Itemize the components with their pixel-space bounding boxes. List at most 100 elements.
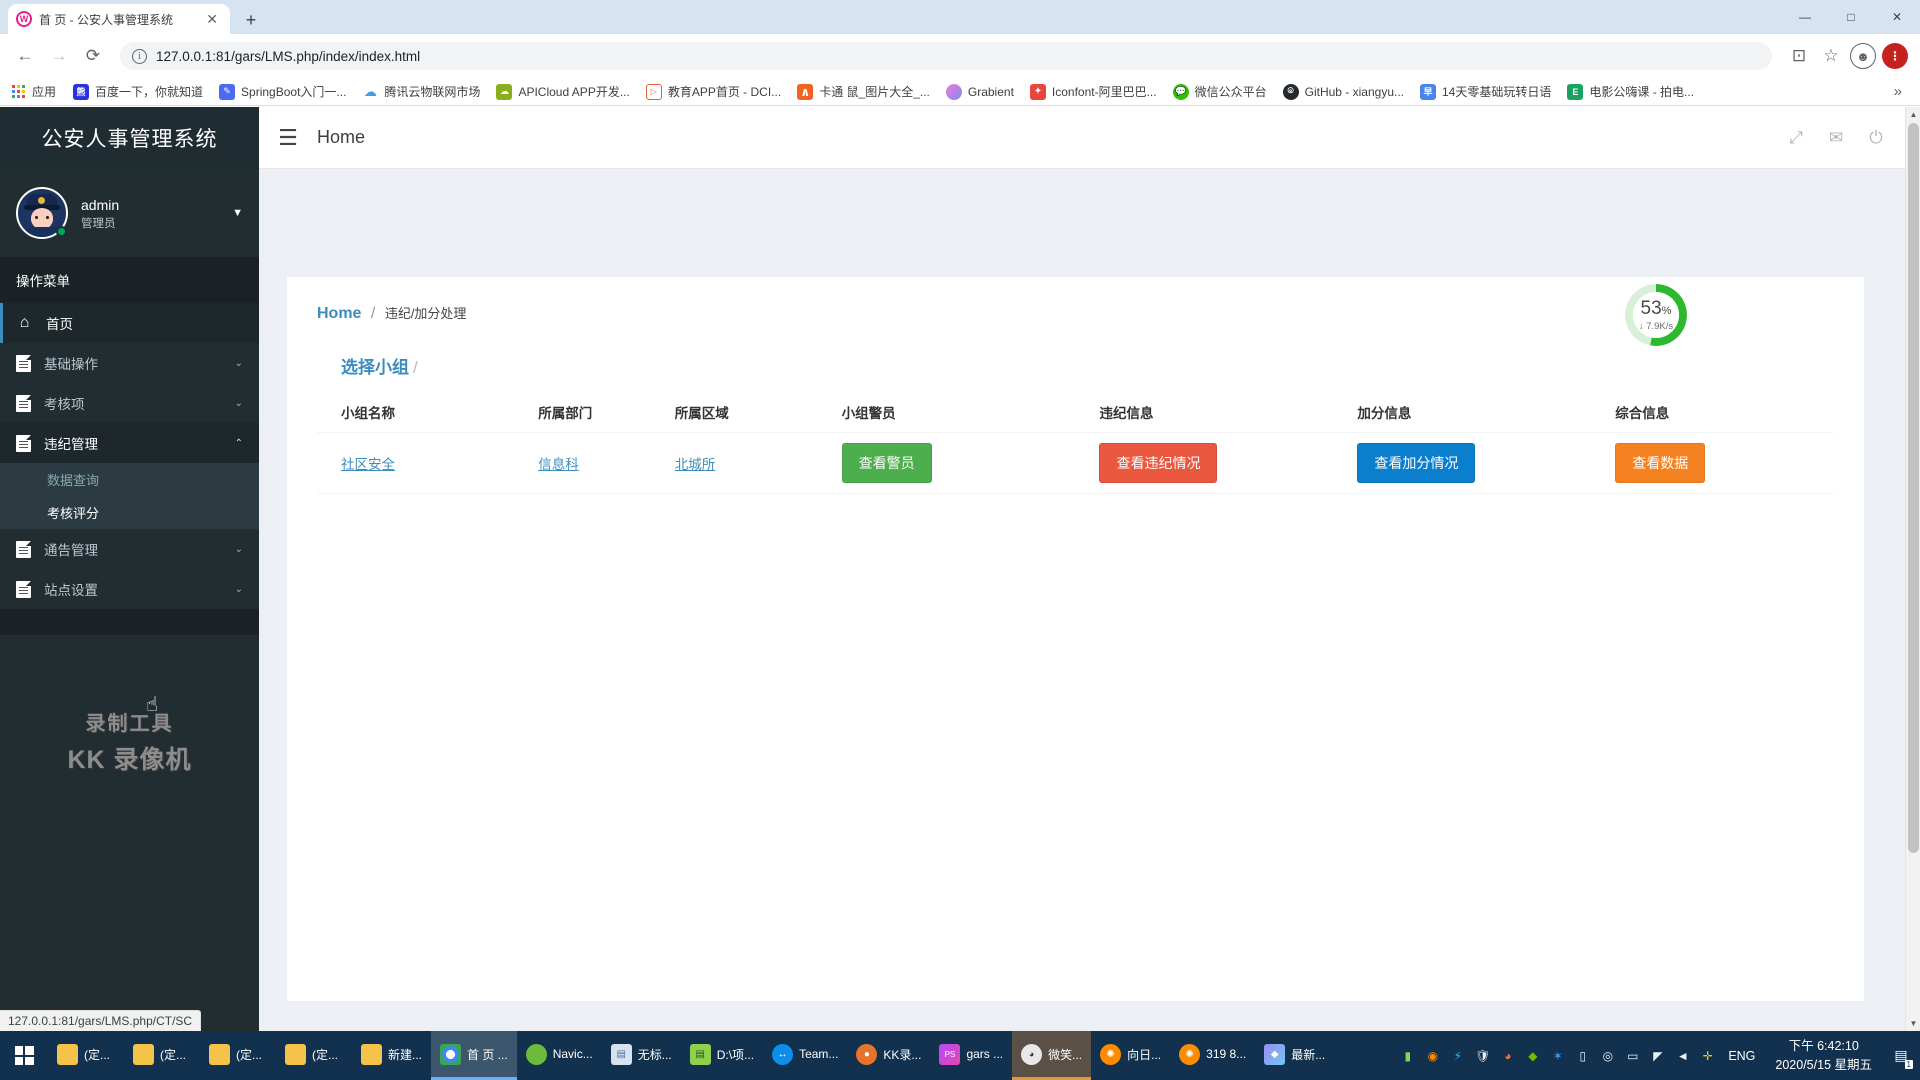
safely-remove-icon[interactable]: ▯ (1574, 1047, 1591, 1064)
disc-icon[interactable]: ◎ (1599, 1047, 1616, 1064)
minimize-button[interactable]: — (1782, 0, 1828, 34)
breadcrumb-home-link[interactable]: Home (317, 305, 361, 322)
mail-icon[interactable]: ✉ (1818, 118, 1854, 158)
sidebar-item-site-settings[interactable]: 站点设置 ⌄ (0, 569, 259, 609)
taskbar-item[interactable]: (定... (124, 1031, 200, 1080)
cell-area: 北城所 (650, 432, 818, 494)
taskbar-item[interactable]: 新建... (352, 1031, 431, 1080)
taskbar-item[interactable]: ✺ 向日... (1091, 1031, 1170, 1080)
iconfont-icon: ✦ (1029, 83, 1046, 100)
taskbar-item[interactable]: ● KK录... (847, 1031, 930, 1080)
apps-shortcut[interactable]: 应用 (8, 83, 65, 100)
battery-icon[interactable]: ▭ (1624, 1047, 1641, 1064)
sidebar-item-violation-management[interactable]: 违纪管理 ⌃ (0, 423, 259, 463)
user-menu-chevron-down-icon[interactable]: ▼ (232, 207, 243, 219)
scroll-down-arrow-icon[interactable]: ▼ (1906, 1016, 1920, 1031)
bookmark-item[interactable]: 早 14天零基础玩转日语 (1412, 80, 1559, 103)
taskbar-item[interactable]: ▤ D:\项... (681, 1031, 763, 1080)
scroll-up-arrow-icon[interactable]: ▲ (1906, 107, 1920, 122)
new-tab-button[interactable]: + (240, 11, 262, 29)
reload-icon[interactable]: ⟳ (78, 41, 108, 71)
close-window-button[interactable]: ✕ (1874, 0, 1920, 34)
bookmark-item[interactable]: ∧ 卡通 鼠_图片大全_... (789, 80, 938, 103)
taskbar-item[interactable]: PS gars ... (930, 1031, 1012, 1080)
taskbar-clock[interactable]: 下午 6:42:10 2020/5/15 星期五 (1767, 1037, 1880, 1073)
taskbar-item[interactable]: ✺ 319 8... (1170, 1031, 1255, 1080)
language-indicator[interactable]: ENG (1724, 1049, 1759, 1063)
status-bar: 127.0.0.1:81/gars/LMS.php/CT/SC (0, 1010, 202, 1031)
sidebar-item-assessment[interactable]: 考核项 ⌄ (0, 383, 259, 423)
user-name: admin (81, 196, 120, 213)
view-bonus-button[interactable]: 查看加分情况 (1357, 443, 1476, 483)
chrome-menu-icon[interactable]: ⋮ (1880, 41, 1910, 71)
clock-date: 2020/5/15 星期五 (1775, 1057, 1872, 1072)
breadcrumb: Home / 违纪/加分处理 (317, 303, 1834, 323)
view-violation-button[interactable]: 查看违纪情况 (1099, 443, 1218, 483)
scrollbar-thumb[interactable] (1908, 123, 1919, 853)
taskbar-item[interactable]: ▤ 无标... (602, 1031, 681, 1080)
notifications-icon[interactable]: ▤ 1 (1888, 1031, 1914, 1080)
bookmark-item[interactable]: ✦ Iconfont-阿里巴巴... (1022, 80, 1165, 103)
taskbar-item[interactable]: Navic... (517, 1031, 602, 1080)
network-speed-widget[interactable]: 53% ↓ 7.9K/s (1625, 284, 1687, 346)
cast-icon[interactable]: ⊡ (1784, 41, 1814, 71)
tab-close-icon[interactable]: ✕ (202, 11, 222, 28)
nvidia-icon[interactable]: ◆ (1524, 1047, 1541, 1064)
fullscreen-icon[interactable]: ⤢ (1778, 118, 1814, 158)
site-info-icon[interactable]: i (132, 48, 147, 64)
profile-avatar-icon[interactable]: ☻ (1848, 41, 1878, 71)
bookmark-item[interactable]: ☁ 腾讯云物联网市场 (354, 80, 488, 103)
orange-app-icon[interactable]: ◉ (1424, 1047, 1441, 1064)
sidebar-subitem-data-query[interactable]: 数据查询 (0, 463, 259, 496)
view-summary-button[interactable]: 查看数据 (1615, 443, 1706, 483)
forward-icon[interactable]: → (44, 41, 74, 71)
usb-icon[interactable]: ▮ (1399, 1047, 1416, 1064)
bookmark-item[interactable]: E 电影公嗨课 - 拍电... (1559, 80, 1702, 103)
defender-icon[interactable]: 🛡 (1474, 1047, 1491, 1064)
bookmarks-overflow-icon[interactable]: » (1884, 83, 1912, 100)
bookmark-item[interactable]: ✎ SpringBoot入门一... (211, 80, 354, 103)
user-panel[interactable]: admin 管理员 ▼ (0, 169, 259, 257)
update-icon[interactable]: ✛ (1699, 1047, 1716, 1064)
doc-icon (16, 434, 31, 452)
bluetooth-icon[interactable]: ✶ (1549, 1047, 1566, 1064)
sidebar-subitem-assessment-score[interactable]: 考核评分 (0, 496, 259, 529)
volume-icon[interactable]: ◄ (1674, 1047, 1691, 1064)
area-link[interactable]: 北城所 (675, 457, 716, 472)
taskbar-item[interactable]: (定... (276, 1031, 352, 1080)
sidebar-item-home[interactable]: ⌂ 首页 (0, 303, 259, 343)
taskbar-item-chrome[interactable]: 首 页 ... (431, 1031, 517, 1080)
firefox-icon[interactable]: ◕ (1499, 1047, 1516, 1064)
department-link[interactable]: 信息科 (538, 457, 579, 472)
bookmark-item[interactable]: ▷ 教育APP首页 - DCI... (638, 80, 789, 103)
bookmark-item[interactable]: ⌾ GitHub - xiangyu... (1275, 81, 1412, 103)
power-icon[interactable]: ⏻ (1858, 118, 1894, 158)
bookmark-item[interactable]: 💬 微信公众平台 (1165, 80, 1275, 103)
browser-tab[interactable]: W 首 页 - 公安人事管理系统 ✕ (8, 4, 230, 34)
bookmark-label: 卡通 鼠_图片大全_... (819, 85, 930, 99)
japanese-course-icon: 早 (1420, 83, 1436, 100)
taskbar-item[interactable]: ◆ 最新... (1255, 1031, 1334, 1080)
taskbar-item[interactable]: (定... (48, 1031, 124, 1080)
taskbar-item-qq[interactable]: ◕ 微笑... (1012, 1031, 1092, 1080)
taskbar-item[interactable]: (定... (200, 1031, 276, 1080)
windows-start-icon[interactable] (0, 1031, 48, 1080)
maximize-button[interactable]: □ (1828, 0, 1874, 34)
sidebar-toggle-icon[interactable]: ☰ (259, 107, 317, 169)
view-officers-button[interactable]: 查看警员 (841, 443, 932, 483)
sidebar-item-announcement-management[interactable]: 通告管理 ⌄ (0, 529, 259, 569)
bookmark-star-icon[interactable]: ☆ (1816, 41, 1846, 71)
taskbar-item-label: Navic... (552, 1047, 593, 1061)
sidebar-item-basic-ops[interactable]: 基础操作 ⌄ (0, 343, 259, 383)
bookmark-item[interactable]: 熊 百度一下，你就知道 (65, 80, 211, 103)
bookmark-item[interactable]: ☁ APICloud APP开发... (488, 80, 637, 103)
group-name-link[interactable]: 社区安全 (341, 457, 395, 472)
page-scrollbar[interactable]: ▲ ▼ (1905, 107, 1920, 1031)
back-icon[interactable]: ← (10, 41, 40, 71)
address-bar[interactable]: i 127.0.0.1:81/gars/LMS.php/index/index.… (120, 42, 1772, 70)
taskbar-item[interactable]: ↔ Team... (763, 1031, 847, 1080)
bookmark-item[interactable]: Grabient (938, 81, 1022, 103)
thunder-icon[interactable]: ⚡ (1449, 1047, 1466, 1064)
wifi-icon[interactable]: ◤ (1649, 1047, 1666, 1064)
chrome-icon (440, 1043, 462, 1065)
